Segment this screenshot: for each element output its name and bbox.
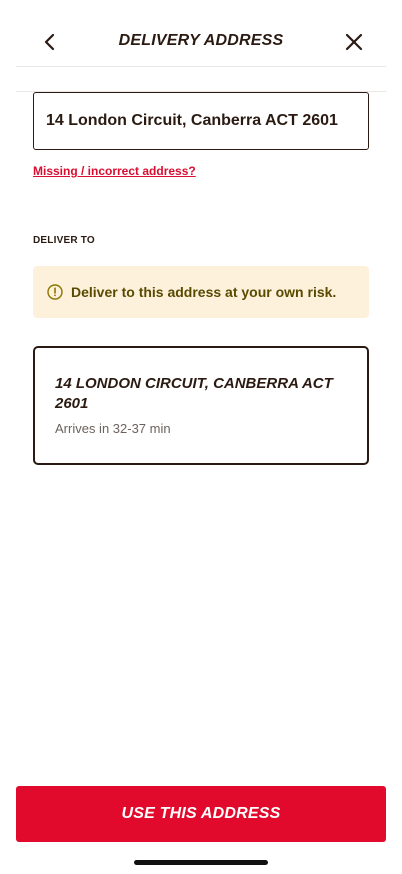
header: DELIVERY ADDRESS [16, 0, 386, 67]
back-button[interactable] [36, 28, 64, 56]
chevron-left-icon [44, 33, 55, 51]
page-title: DELIVERY ADDRESS [118, 32, 284, 49]
close-icon [345, 33, 363, 51]
use-this-address-button[interactable]: USE THIS ADDRESS [16, 786, 386, 842]
arrival-time: Arrives in 32-37 min [55, 421, 171, 436]
delivery-address-screen: DELIVERY ADDRESS Missing / incorrect add… [0, 0, 402, 874]
address-search-input[interactable] [33, 92, 369, 150]
address-option-title: 14 LONDON CIRCUIT, CANBERRA ACT 2601 [55, 375, 333, 412]
alert-circle-icon [47, 284, 63, 300]
warning-text: Deliver to this address at your own risk… [71, 284, 337, 300]
address-option-card[interactable]: 14 LONDON CIRCUIT, CANBERRA ACT 2601 Arr… [33, 346, 369, 465]
risk-warning-banner: Deliver to this address at your own risk… [33, 266, 369, 318]
home-indicator [134, 860, 268, 865]
deliver-to-label: DELIVER TO [33, 235, 95, 246]
missing-address-link[interactable]: Missing / incorrect address? [33, 164, 196, 178]
close-button[interactable] [340, 28, 368, 56]
